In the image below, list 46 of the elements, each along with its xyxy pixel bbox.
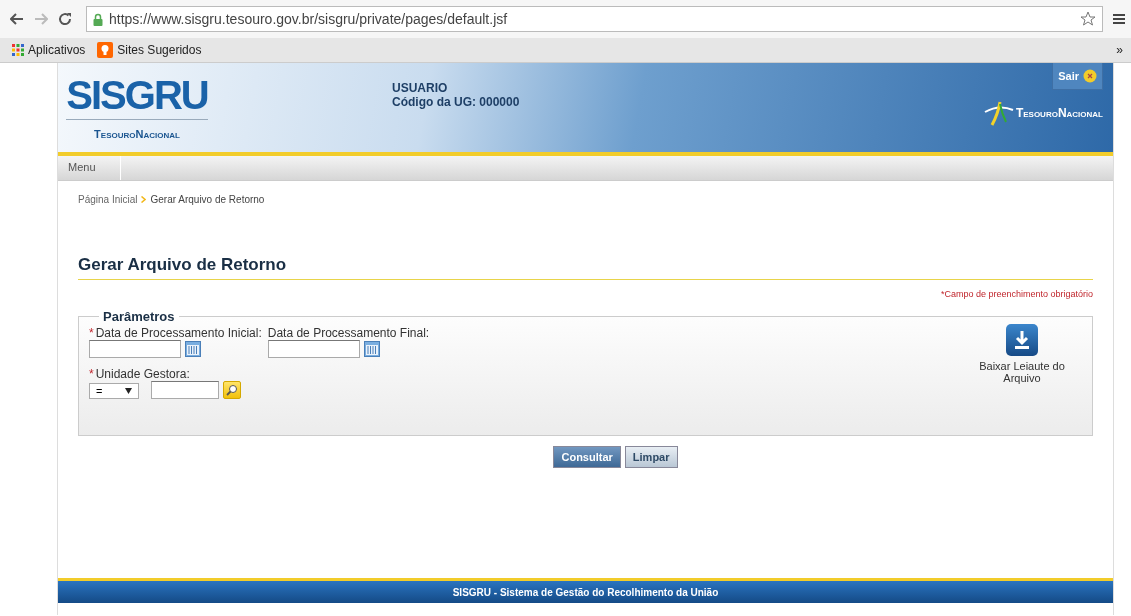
lock-icon [93,12,103,26]
url-text: https://www.sisgru.tesouro.gov.br/sisgru/private/pages/default.jsf [109,11,509,27]
swoosh-icon [983,100,1014,126]
bookmark-star-icon[interactable] [1080,11,1096,27]
address-bar[interactable]: https://www.sisgru.tesouro.gov.br/sisgru/private/pages/default.jsf [86,6,1103,32]
footer-text: SISGRU - Sistema de Gestão do Recolhimento da União [452,586,719,598]
search-icon [226,384,238,396]
field-label: * Unidade Gestora: [89,367,191,381]
logo-subtitle: TesouroNacional [94,128,180,140]
menu-item[interactable]: Menu [58,156,121,180]
menu-icon[interactable] [1113,13,1125,25]
download-layout-link[interactable]: Baixar Leiaute do Arquivo [967,360,1077,384]
more-bookmarks[interactable]: » [1116,43,1123,57]
required-asterisk-icon: * [89,326,94,340]
unit-input[interactable] [151,381,219,399]
operator-select[interactable]: = [89,383,139,399]
calendar-icon[interactable] [185,341,201,357]
form-button[interactable]: Consultar [553,446,621,468]
search-button[interactable] [223,381,241,399]
user-name: USUARIO [392,81,449,95]
lightbulb-icon [97,42,114,58]
chevron-icon [141,196,147,203]
field-label: Data de Processamento Final: [267,326,430,340]
calendar-icon[interactable] [363,341,380,357]
logout-button[interactable]: Sair [1052,63,1103,90]
ug-code: Código da UG: 000000 [392,95,520,109]
panel-legend: Parâmetros [99,309,179,324]
form-button[interactable]: Limpar [624,446,678,468]
site-logo[interactable]: SISGRU [66,75,208,120]
date-input[interactable] [267,340,360,358]
back-icon[interactable] [10,13,24,25]
apps-grid-icon [12,44,24,56]
brand-name: TesouroNacional [1015,106,1103,120]
close-icon [1083,69,1097,83]
required-note: *Campo de preenchimento obrigatório [940,289,1093,299]
date-input[interactable] [89,340,181,358]
breadcrumb-item[interactable]: Página Inicial [78,194,138,205]
required-asterisk-icon: * [89,367,94,381]
dropdown-arrow-icon [125,388,132,394]
field-label: * Data de Processamento Inicial: [89,326,262,340]
bookmark-item[interactable]: Sites Sugeridos [97,42,202,58]
page-title: Gerar Arquivo de Retorno [78,255,1093,280]
bookmark-item[interactable]: Aplicativos [12,43,86,57]
breadcrumb-item: Gerar Arquivo de Retorno [150,194,265,205]
reload-icon[interactable] [58,12,72,26]
download-icon[interactable] [1006,324,1038,356]
